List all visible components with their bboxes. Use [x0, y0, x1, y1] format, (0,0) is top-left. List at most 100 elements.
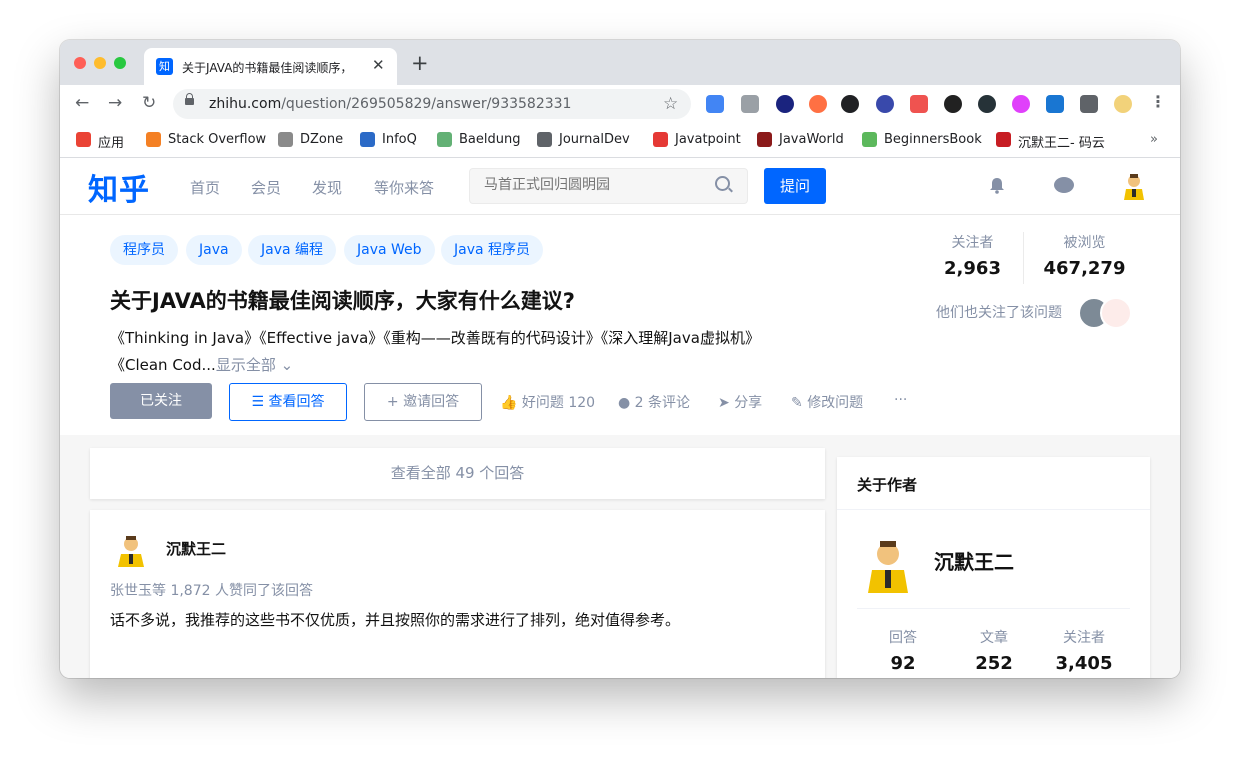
extension-blue-icon[interactable]	[876, 95, 894, 113]
beginnersbook-icon	[862, 132, 877, 147]
gitee-icon	[996, 132, 1011, 147]
user-avatar-icon[interactable]	[1120, 172, 1148, 200]
bookmark-star-icon[interactable]: ☆	[663, 94, 678, 114]
answer-author-avatar[interactable]	[114, 533, 148, 567]
followers-stat[interactable]: 关注者 2,963	[920, 232, 1025, 279]
question-header: 程序员 Java Java 编程 Java Web Java 程序员 关于JAV…	[60, 215, 1180, 435]
add-user-icon: +	[386, 394, 404, 410]
share-plane-icon: ➤	[718, 395, 735, 411]
bookmarks-bar: 应用 Stack Overflow DZone InfoQ Baeldung J…	[60, 123, 1180, 158]
question-excerpt: 《Thinking in Java》《Effective java》《重构——改…	[110, 325, 830, 379]
about-author-card: 关于作者 沉默王二 回答 92 文章 252 关注者 3,405	[837, 457, 1150, 678]
topic-tag[interactable]: Java	[186, 235, 242, 265]
browser-menu-icon[interactable]: ⋮	[1150, 94, 1166, 110]
question-title: 关于JAVA的书籍最佳阅读顺序，大家有什么建议?	[110, 289, 575, 313]
nav-waiting-answers[interactable]: 等你来答	[374, 177, 434, 198]
nav-membership[interactable]: 会员	[251, 177, 281, 198]
excerpt-line-2: 《Clean Cod...显示全部 ⌄	[110, 356, 294, 374]
ask-question-button[interactable]: 提问	[764, 168, 826, 204]
url-text[interactable]: zhihu.com/question/269505829/answer/9335…	[209, 96, 571, 112]
share-button[interactable]: ➤ 分享	[718, 392, 762, 412]
answer-author-name[interactable]: 沉默王二	[166, 538, 226, 559]
stat-divider	[1023, 232, 1024, 284]
browser-toolbar: ← → ↻ zhihu.com/question/269505829/answe…	[60, 85, 1180, 123]
profile-avatar-icon[interactable]	[1114, 95, 1132, 113]
zhihu-header: 知乎 首页 会员 发现 等你来答 提问	[60, 158, 1180, 215]
extension-star-icon[interactable]	[1012, 95, 1030, 113]
infoq-icon	[360, 132, 375, 147]
bookmarks-overflow-icon[interactable]: »	[1150, 132, 1158, 147]
comments-button[interactable]: ● 2 条评论	[618, 392, 690, 412]
messages-icon[interactable]	[1054, 177, 1074, 193]
more-actions-icon[interactable]: ···	[894, 392, 907, 408]
back-arrow-icon[interactable]: ←	[75, 93, 89, 113]
invite-answer-button[interactable]: + 邀请回答	[364, 383, 482, 421]
search-input[interactable]	[482, 176, 706, 194]
url-path: /question/269505829/answer/933582331	[281, 96, 572, 112]
answer-card: 沉默王二 张世玉等 1,872 人赞同了该回答 话不多说，我推荐的这些书不仅优质…	[90, 510, 825, 678]
forward-arrow-icon[interactable]: →	[108, 93, 122, 113]
view-answers-button[interactable]: ☰ 查看回答	[229, 383, 347, 421]
question-stats: 关注者 2,963 被浏览 467,279	[920, 232, 1135, 292]
tab-strip: 知 关于JAVA的书籍最佳阅读顺序， ✕ +	[60, 40, 1180, 85]
extension-v-icon[interactable]	[776, 95, 794, 113]
show-all-link[interactable]: 显示全部	[216, 356, 276, 374]
zhihu-logo[interactable]: 知乎	[88, 165, 150, 209]
topic-tag[interactable]: Java Web	[344, 235, 435, 265]
zoom-window-button[interactable]	[114, 57, 126, 69]
chevron-down-icon[interactable]: ⌄	[276, 356, 294, 374]
extensions-puzzle-icon[interactable]	[1080, 95, 1098, 113]
extension-tree-icon[interactable]	[910, 95, 928, 113]
url-host: zhihu.com	[209, 96, 282, 112]
search-icon[interactable]	[715, 176, 730, 191]
excerpt-line-1: 《Thinking in Java》《Effective java》《重构——改…	[110, 329, 760, 347]
extension-chat-icon[interactable]	[978, 95, 996, 113]
author-answers-stat[interactable]: 回答 92	[858, 627, 948, 674]
javatpoint-icon	[653, 132, 668, 147]
author-articles-stat[interactable]: 文章 252	[949, 627, 1039, 674]
firefox-extension-icon[interactable]	[809, 95, 827, 113]
extension-hat-icon[interactable]	[1046, 95, 1064, 113]
pencil-icon: ✎	[791, 395, 808, 411]
views-stat: 被浏览 467,279	[1043, 235, 1126, 279]
answer-text: 话不多说，我推荐的这些书不仅优质，并且按照你的需求进行了排列，绝对值得参考。	[110, 611, 681, 629]
view-all-answers-link[interactable]: 查看全部 49 个回答	[90, 448, 825, 499]
also-followed-text: 他们也关注了该问题	[936, 305, 1062, 321]
topic-tag[interactable]: Java 编程	[248, 235, 337, 265]
follower-avatar[interactable]	[1100, 297, 1132, 329]
author-divider	[857, 608, 1130, 609]
reload-icon[interactable]: ↻	[142, 93, 156, 113]
close-tab-icon[interactable]: ✕	[372, 56, 385, 74]
search-box	[469, 168, 748, 204]
active-tab[interactable]: 知 关于JAVA的书籍最佳阅读顺序， ✕	[144, 48, 397, 85]
extension-play-icon[interactable]	[944, 95, 962, 113]
thumbs-up-icon: 👍	[500, 395, 522, 411]
apps-grid-icon	[76, 132, 91, 147]
extension-gray-icon[interactable]	[741, 95, 759, 113]
edit-question-button[interactable]: ✎ 修改问题	[791, 392, 863, 412]
author-followers-stat[interactable]: 关注者 3,405	[1039, 627, 1129, 674]
nav-discover[interactable]: 发现	[312, 177, 342, 198]
notification-bell-icon[interactable]	[989, 177, 1005, 194]
javaworld-icon	[757, 132, 772, 147]
minimize-window-button[interactable]	[94, 57, 106, 69]
about-author-heading: 关于作者	[837, 457, 1150, 510]
lock-icon	[185, 93, 194, 105]
close-window-button[interactable]	[74, 57, 86, 69]
ae-extension-icon[interactable]	[841, 95, 859, 113]
author-name[interactable]: 沉默王二	[934, 546, 1014, 575]
followed-button[interactable]: 已关注	[110, 383, 212, 419]
list-icon: ☰	[251, 394, 269, 410]
nav-home[interactable]: 首页	[190, 177, 220, 198]
author-avatar[interactable]	[863, 537, 913, 593]
stack-overflow-icon	[146, 132, 161, 147]
zhihu-favicon-icon: 知	[156, 58, 173, 75]
answer-vote-summary[interactable]: 张世玉等 1,872 人赞同了该回答	[110, 580, 313, 600]
address-bar[interactable]: zhihu.com/question/269505829/answer/9335…	[173, 89, 691, 119]
topic-tag[interactable]: 程序员	[110, 235, 178, 265]
translate-extension-icon[interactable]	[706, 95, 724, 113]
topic-tag[interactable]: Java 程序员	[441, 235, 544, 265]
new-tab-button[interactable]: +	[411, 53, 429, 74]
good-question-button[interactable]: 👍 好问题 120	[500, 392, 595, 412]
dzone-icon	[278, 132, 293, 147]
